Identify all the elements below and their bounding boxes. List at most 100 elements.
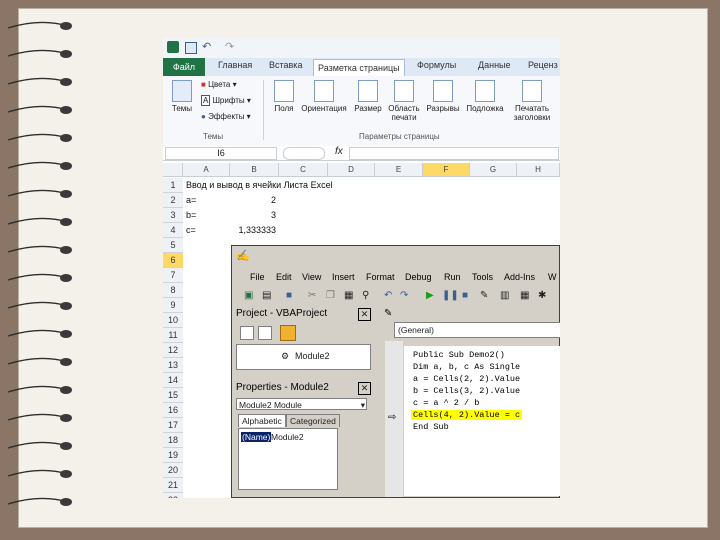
project-explorer-icon[interactable]: ▥ [500,290,509,301]
design-mode-icon[interactable]: ✎ [480,290,488,301]
row-header[interactable]: 8 [163,283,183,298]
menu-view[interactable]: View [302,272,321,282]
name-box[interactable]: I6 [165,147,277,160]
row-header[interactable]: 16 [163,403,183,418]
cell-b4[interactable]: 1,333333 [230,223,276,238]
toggle-folders-icon[interactable] [280,325,296,341]
print-area-button[interactable]: Область печати [385,80,423,122]
tab-formulas[interactable]: Формулы [417,60,456,70]
column-header-c[interactable]: C [279,163,328,176]
row-header[interactable]: 17 [163,418,183,433]
insert-module-icon[interactable]: ▤ [262,290,271,301]
row-header[interactable]: 2 [163,193,183,208]
row-header[interactable]: 5 [163,238,183,253]
row-header[interactable]: 11 [163,328,183,343]
row-header[interactable]: 7 [163,268,183,283]
properties-icon[interactable]: ▦ [520,290,529,301]
run-icon[interactable]: ▶ [426,290,434,301]
property-name-value[interactable]: Module2 [271,432,304,442]
paste-icon[interactable]: ▦ [344,290,353,301]
excel-view-icon[interactable]: ▣ [244,290,253,301]
background-button[interactable]: Подложка [463,80,507,113]
breaks-button[interactable]: Разрывы [425,80,461,113]
row-header[interactable]: 20 [163,463,183,478]
break-icon[interactable]: ❚❚ [442,290,459,301]
fonts-button[interactable]: A Шрифты ▾ [201,95,251,106]
row-header[interactable]: 6 [163,253,183,268]
undo-icon[interactable]: ↶ [202,40,211,53]
menu-window[interactable]: W [548,272,557,282]
cell-b2[interactable]: 2 [230,193,276,208]
tab-insert[interactable]: Вставка [269,60,302,70]
menu-format[interactable]: Format [366,272,395,282]
close-icon[interactable]: ✕ [358,308,371,321]
formula-input[interactable] [349,147,559,160]
cell-a2[interactable]: a= [186,193,196,208]
redo-icon[interactable]: ↷ [225,40,234,53]
code-object-combo[interactable]: (General) [394,322,560,338]
row-header[interactable]: 10 [163,313,183,328]
themes-button[interactable]: Темы [169,80,195,113]
row-header[interactable]: 18 [163,433,183,448]
row-header[interactable]: 19 [163,448,183,463]
row-header[interactable]: 9 [163,298,183,313]
row-header[interactable]: 1 [163,178,183,193]
menu-run[interactable]: Run [444,272,461,282]
tab-categorized[interactable]: Categorized [286,414,340,427]
tab-data[interactable]: Данные [478,60,511,70]
menu-edit[interactable]: Edit [276,272,292,282]
row-header[interactable]: 22 [163,493,183,498]
column-header-f[interactable]: F [423,163,470,176]
cut-icon[interactable]: ✂ [308,290,316,301]
reset-icon[interactable]: ■ [462,290,468,301]
row-header[interactable]: 15 [163,388,183,403]
undo-icon[interactable]: ↶ [384,290,392,301]
tab-alphabetic[interactable]: Alphabetic [238,414,286,427]
row-header[interactable]: 3 [163,208,183,223]
property-name-key[interactable]: (Name) [241,432,272,442]
cell-a3[interactable]: b= [186,208,196,223]
row-header[interactable]: 4 [163,223,183,238]
size-button[interactable]: Размер [353,80,383,113]
colors-button[interactable]: ■ Цвета ▾ [201,80,237,89]
code-editor[interactable]: Public Sub Demo2() Dim a, b, c As Single… [404,346,560,496]
close-icon[interactable]: ✕ [358,382,371,395]
cell-b3[interactable]: 3 [230,208,276,223]
view-object-icon[interactable] [258,326,272,340]
save-icon[interactable]: ■ [286,290,292,301]
menu-debug[interactable]: Debug [405,272,432,282]
find-icon[interactable]: ⚲ [362,290,369,301]
copy-icon[interactable]: ❐ [326,290,335,301]
column-header-g[interactable]: G [470,163,517,176]
column-header-b[interactable]: B [230,163,279,176]
column-header-a[interactable]: A [183,163,230,176]
margins-button[interactable]: Поля [271,80,297,113]
view-code-icon[interactable] [240,326,254,340]
tab-review[interactable]: Реценз [528,60,558,70]
cell-a1[interactable]: Ввод и вывод в ячейки Листа Excel [186,178,333,193]
select-all-corner[interactable] [163,163,183,176]
orientation-button[interactable]: Ориентация [300,80,348,113]
print-titles-button[interactable]: Печатать заголовки [509,80,555,122]
column-header-e[interactable]: E [375,163,423,176]
cell-a4[interactable]: c= [186,223,196,238]
tab-file[interactable]: Файл [163,58,205,76]
properties-object-select[interactable]: Module2 Module ▾ [236,398,367,410]
tab-page-layout[interactable]: Разметка страницы [313,59,405,77]
effects-button[interactable]: ● Эффекты ▾ [201,112,251,121]
menu-file[interactable]: File [250,272,265,282]
menu-tools[interactable]: Tools [472,272,493,282]
fx-icon[interactable]: fx [335,146,343,157]
menu-add-ins[interactable]: Add-Ins [504,272,535,282]
row-header[interactable]: 21 [163,478,183,493]
save-icon[interactable] [185,42,197,54]
menu-insert[interactable]: Insert [332,272,355,282]
column-header-d[interactable]: D [328,163,375,176]
tab-home[interactable]: Главная [218,60,252,70]
column-header-h[interactable]: H [517,163,560,176]
row-header[interactable]: 13 [163,358,183,373]
object-browser-icon[interactable]: ✱ [538,290,546,301]
redo-icon[interactable]: ↷ [400,290,408,301]
project-item-module2[interactable]: Module2 [295,351,330,361]
row-header[interactable]: 12 [163,343,183,358]
